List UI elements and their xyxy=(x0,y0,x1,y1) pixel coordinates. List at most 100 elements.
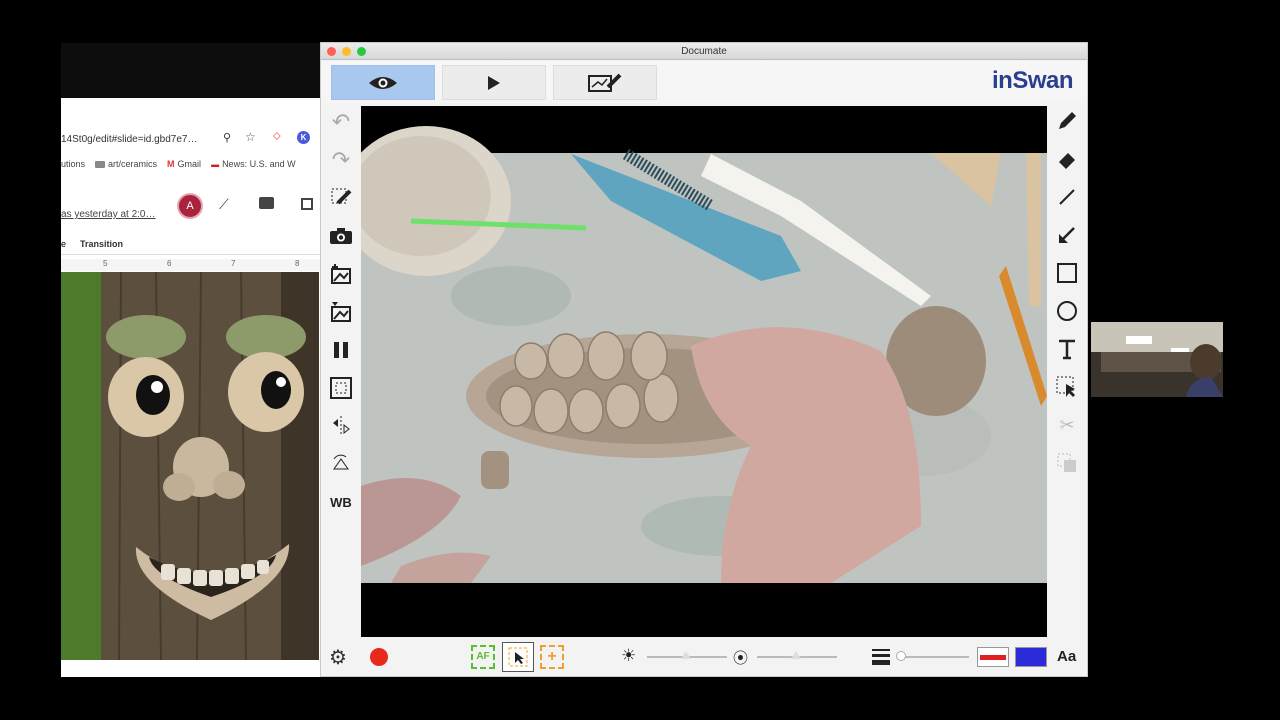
profile-ext-icon[interactable]: K xyxy=(297,131,310,144)
flip-button[interactable] xyxy=(326,411,356,441)
brightness-slider-thumb[interactable] xyxy=(681,651,691,659)
clear-annotations-button[interactable] xyxy=(326,183,356,213)
circle-icon xyxy=(1057,301,1077,321)
rectangle-icon xyxy=(1057,263,1077,283)
camera-icon xyxy=(330,228,352,244)
playback-button[interactable] xyxy=(442,65,546,100)
play-icon xyxy=(488,75,500,90)
copy-tool[interactable] xyxy=(1052,448,1082,478)
url-text[interactable]: 14St0g/edit#slide=id.gbd7e7… xyxy=(61,134,198,145)
select-icon xyxy=(1056,376,1075,397)
scissors-icon: ✂ xyxy=(1059,414,1075,435)
crop-icon xyxy=(330,377,352,399)
zoom-icon[interactable]: ⚲ xyxy=(223,131,231,144)
browser-window: 14St0g/edit#slide=id.gbd7e7… ⚲ ☆ ⬦ K uti… xyxy=(61,43,323,677)
line-width-slider-thumb[interactable] xyxy=(896,651,906,661)
cut-tool[interactable]: ✂ xyxy=(1052,410,1082,440)
folder-icon xyxy=(95,160,106,168)
image-insert-icon xyxy=(331,302,351,322)
avatar[interactable]: A xyxy=(177,193,203,219)
rectangle-tool[interactable] xyxy=(1052,258,1082,288)
clear-pen-icon xyxy=(331,188,352,205)
address-bar[interactable]: 14St0g/edit#slide=id.gbd7e7… ⚲ ☆ ⬦ K xyxy=(61,127,323,151)
line-width-slider[interactable] xyxy=(896,651,969,661)
bookmark-item[interactable]: M Gmail xyxy=(167,159,201,169)
text-tool[interactable] xyxy=(1052,334,1082,364)
rotate-button[interactable] xyxy=(326,449,356,479)
bookmarks-bar: utions art/ceramics M Gmail ▬ News: U.S.… xyxy=(61,153,323,175)
left-toolbar: ↶ ↷ WB xyxy=(321,103,361,633)
ruler-tick: 5 xyxy=(103,259,108,268)
last-edit-link[interactable]: as yesterday at 2:0… xyxy=(61,209,156,220)
extension-icon[interactable]: ⬦ xyxy=(273,130,281,143)
eraser-tool[interactable] xyxy=(1052,144,1082,174)
pen-tool[interactable] xyxy=(1052,106,1082,136)
pause-button[interactable] xyxy=(326,335,356,365)
text-icon xyxy=(1059,339,1075,360)
redo-button[interactable]: ↷ xyxy=(326,145,356,175)
brightness-icon: ☀ xyxy=(621,646,637,665)
eraser-icon xyxy=(1059,153,1075,169)
cursor-icon xyxy=(508,647,528,667)
image-import-button[interactable] xyxy=(326,259,356,289)
bookmark-item[interactable]: utions xyxy=(61,159,85,169)
star-icon[interactable]: ☆ xyxy=(245,130,256,144)
contrast-icon: ⦿ xyxy=(733,650,749,667)
activity-icon[interactable]: ⟋ xyxy=(219,196,229,213)
select-tool[interactable] xyxy=(1052,372,1082,402)
right-toolbar: ✂ xyxy=(1047,103,1087,633)
live-view-button[interactable] xyxy=(331,65,435,100)
contrast-slider-thumb[interactable] xyxy=(791,651,801,659)
bookmark-item[interactable]: ▬ News: U.S. and W xyxy=(211,159,296,169)
line-tool[interactable] xyxy=(1052,182,1082,212)
minimize-window-button[interactable] xyxy=(342,47,351,56)
settings-gear-icon[interactable]: ⚙ xyxy=(329,645,347,670)
undo-button[interactable]: ↶ xyxy=(326,107,356,137)
capture-button[interactable] xyxy=(326,221,356,251)
gmail-icon: M xyxy=(167,159,175,169)
rotate-icon xyxy=(333,454,349,470)
menu-item-transition[interactable]: Transition xyxy=(80,239,123,249)
comment-icon[interactable] xyxy=(259,197,274,209)
line-icon xyxy=(1059,189,1075,205)
browser-dark-area xyxy=(61,43,323,98)
annotate-icon xyxy=(588,73,622,92)
bottom-toolbar: ⚙ AF + ☀ ⦿ Aa xyxy=(321,639,1087,675)
menu-item-arrange[interactable]: e xyxy=(61,239,66,249)
whiteboard-button[interactable]: WB xyxy=(326,487,356,517)
zoom-window-button[interactable] xyxy=(357,47,366,56)
slide-image-tree-face[interactable] xyxy=(61,271,319,661)
inswan-logo: inSwan xyxy=(991,67,1074,94)
title-bar[interactable]: Documate xyxy=(321,43,1087,60)
eye-icon xyxy=(369,76,397,89)
brightness-slider[interactable] xyxy=(647,651,727,659)
arrow-tool[interactable] xyxy=(1052,220,1082,250)
pen-color-swatch[interactable] xyxy=(977,647,1009,667)
window-title: Documate xyxy=(681,46,727,57)
select-focus-button[interactable] xyxy=(502,642,534,672)
documate-window: Documate inSwan ↶ ↷ WB ✂ ⚙ AF + ☀ ⦿ Aa xyxy=(320,42,1088,677)
bookmark-item[interactable]: art/ceramics xyxy=(95,159,157,169)
font-settings-button[interactable]: Aa xyxy=(1057,648,1076,665)
add-focus-button[interactable]: + xyxy=(540,645,564,669)
annotate-button[interactable] xyxy=(553,65,657,100)
image-insert-button[interactable] xyxy=(326,297,356,327)
pencil-icon xyxy=(1059,112,1076,129)
webcam-preview xyxy=(1091,322,1223,397)
ruler-tick: 8 xyxy=(295,259,300,268)
crop-button[interactable] xyxy=(326,373,356,403)
camera-view[interactable] xyxy=(361,106,1047,637)
news-icon: ▬ xyxy=(211,159,220,169)
record-button[interactable] xyxy=(370,648,388,666)
pause-icon xyxy=(334,342,348,358)
contrast-slider[interactable] xyxy=(757,651,837,659)
line-width-icon[interactable] xyxy=(872,649,890,665)
fill-color-swatch[interactable] xyxy=(1015,647,1047,667)
ellipse-tool[interactable] xyxy=(1052,296,1082,326)
ruler: 5 6 7 8 xyxy=(61,259,323,271)
arrow-icon xyxy=(1059,227,1075,243)
present-icon[interactable] xyxy=(301,198,313,210)
autofocus-button[interactable]: AF xyxy=(471,645,495,669)
slides-toolbar: as yesterday at 2:0… A ⟋ xyxy=(61,188,323,228)
close-window-button[interactable] xyxy=(327,47,336,56)
